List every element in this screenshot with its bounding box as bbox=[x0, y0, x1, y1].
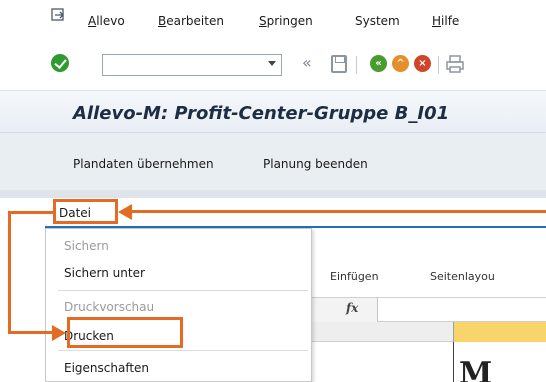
menu-hilfe[interactable]: Hilfe bbox=[432, 14, 459, 28]
menu-item-sichern: Sichern bbox=[64, 239, 109, 253]
menu-allevo[interactable]: Allevo bbox=[88, 14, 125, 28]
annotation-connector bbox=[8, 211, 56, 214]
exit-icon[interactable] bbox=[51, 8, 65, 22]
file-dropdown-menu: Sichern Sichern unter Druckvorschau Druc… bbox=[45, 228, 312, 382]
menu-system[interactable]: System bbox=[355, 14, 400, 28]
plandaten-uebernehmen-button[interactable]: Plandaten übernehmen bbox=[73, 157, 214, 171]
annotation-arrow-head bbox=[118, 204, 132, 220]
nav-up-orange-icon[interactable]: ^ bbox=[392, 55, 409, 72]
dropdown-arrow-icon[interactable] bbox=[268, 61, 276, 66]
annotation-connector bbox=[8, 211, 11, 334]
nav-back-green-icon[interactable]: « bbox=[370, 55, 387, 72]
menu-item-sichern-unter[interactable]: Sichern unter bbox=[64, 266, 145, 280]
ok-check-icon[interactable] bbox=[51, 54, 69, 72]
planung-beenden-button[interactable]: Planung beenden bbox=[263, 157, 368, 171]
divider bbox=[0, 190, 546, 198]
cell-border bbox=[453, 342, 454, 382]
command-field[interactable] bbox=[102, 54, 282, 76]
application-toolbar: Plandaten übernehmen Planung beenden bbox=[0, 132, 546, 190]
excel-ribbon bbox=[312, 228, 546, 298]
annotation-connector bbox=[8, 331, 54, 334]
name-box[interactable] bbox=[312, 298, 378, 322]
annotation-arrow-line bbox=[130, 210, 546, 213]
menu-bearbeiten[interactable]: Bearbeiten bbox=[158, 14, 224, 28]
menu-springen[interactable]: Springen bbox=[259, 14, 313, 28]
back-icon[interactable]: « bbox=[302, 53, 312, 72]
toolbar-separator bbox=[438, 56, 439, 74]
menu-item-eigenschaften[interactable]: Eigenschaften bbox=[64, 361, 149, 375]
print-icon[interactable] bbox=[446, 55, 464, 73]
cell-content: M bbox=[459, 356, 493, 382]
fx-icon[interactable]: fx bbox=[346, 301, 358, 315]
annotation-box-drucken bbox=[67, 317, 183, 348]
tab-seitenlayout[interactable]: Seitenlayou bbox=[430, 270, 495, 283]
tab-einfuegen[interactable]: Einfügen bbox=[330, 270, 379, 283]
toolbar-separator bbox=[356, 56, 357, 74]
annotation-box-datei bbox=[53, 199, 118, 224]
menu-separator bbox=[58, 350, 308, 351]
save-icon[interactable] bbox=[331, 55, 347, 73]
cancel-red-icon[interactable]: × bbox=[414, 55, 431, 72]
title-bar: Allevo-M: Profit-Center-Gruppe B_I01 bbox=[0, 90, 546, 132]
page-title: Allevo-M: Profit-Center-Gruppe B_I01 bbox=[73, 103, 450, 124]
selected-column-header[interactable] bbox=[453, 322, 546, 342]
annotation-arrow-head bbox=[52, 325, 66, 341]
menu-item-druckvorschau: Druckvorschau bbox=[64, 300, 155, 314]
standard-toolbar: « « ^ × bbox=[0, 42, 546, 90]
menu-bar: Allevo Bearbeiten Springen System Hilfe bbox=[0, 0, 546, 42]
menu-separator bbox=[58, 290, 308, 291]
